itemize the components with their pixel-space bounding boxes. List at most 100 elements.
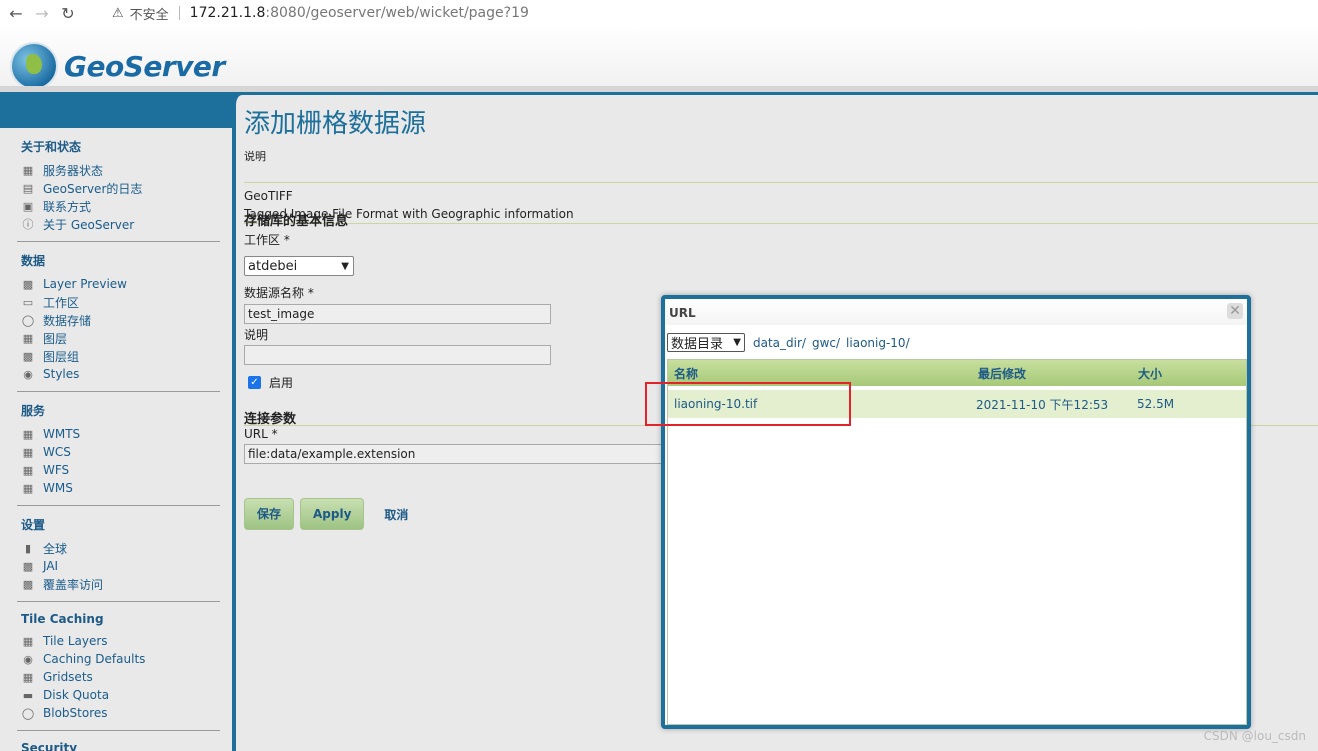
root-directory-select[interactable]: 数据目录 ▼	[667, 333, 745, 352]
sidebar-item[interactable]: ▦ 图层	[17, 329, 220, 347]
chevron-down-icon: ▼	[341, 260, 349, 272]
layer-preview-icon: ▩	[22, 277, 34, 291]
sidebar-item[interactable]: ▦ Tile Layers	[17, 632, 220, 650]
reload-icon[interactable]: ↻	[58, 3, 78, 23]
sidebar-item[interactable]: ▦ WMTS	[17, 425, 220, 443]
description-input[interactable]	[244, 345, 551, 365]
sidebar-item[interactable]: ▦ WMS	[17, 479, 220, 497]
forward-arrow-icon[interactable]: →	[32, 3, 52, 23]
format-name: GeoTIFF	[244, 189, 293, 203]
sidebar-item-label: Layer Preview	[43, 277, 127, 291]
grid-icon: ▦	[22, 634, 34, 648]
sidebar-item[interactable]: ▦ WCS	[17, 443, 220, 461]
sidebar-item-label: 覆盖率访问	[43, 577, 104, 592]
apply-button[interactable]: Apply	[300, 498, 365, 530]
root-directory-value: 数据目录	[671, 337, 724, 352]
sidebar-item[interactable]: ▭ 工作区	[17, 293, 220, 311]
close-icon[interactable]: ✕	[1227, 303, 1243, 319]
warning-triangle-icon: ⚠	[112, 5, 124, 21]
url-path: :8080/geoserver/web/wicket/page?19	[265, 5, 529, 21]
sidebar-section-title: 服务	[21, 404, 46, 418]
jai-icon: ▩	[22, 559, 34, 573]
coverage-icon: ▩	[22, 577, 34, 591]
sidebar-item-label: WCS	[43, 445, 71, 459]
browser-toolbar: ← → ↻ ⚠ 不安全 172.21.1.8:8080/geoserver/we…	[0, 0, 1318, 26]
sidebar-item-label: Disk Quota	[43, 688, 110, 702]
sidebar-section: 数据 ▩ Layer Preview ▭ 工作区 ◯ 数据存储 ▦ 图层 ▩ 图层组 ◉ Styles	[17, 242, 220, 383]
address-separator	[178, 6, 180, 20]
divider	[244, 182, 1318, 183]
breadcrumb-liaonig-10[interactable]: liaonig-10/	[846, 336, 910, 350]
url-input[interactable]: file:data/example.extension	[244, 444, 664, 464]
sidebar-section: Tile Caching ▦ Tile Layers ◉ Caching Default…	[17, 602, 220, 722]
breadcrumb-data-dir[interactable]: data_dir/	[753, 336, 806, 350]
sidebar-item-label: 工作区	[43, 295, 80, 310]
sidebar-item[interactable]: ▮ 全球	[17, 539, 220, 557]
sidebar-item-label: Tile Layers	[43, 634, 108, 648]
sidebar-section: 设置 ▮ 全球 ▩ JAI ▩ 覆盖率访问	[17, 506, 220, 593]
sidebar-section-title: 关于和状态	[21, 140, 82, 154]
breadcrumb-gwc[interactable]: gwc/	[812, 336, 840, 350]
workspace-selected-value: atdebei	[248, 258, 298, 274]
sidebar-item-label: 图层组	[43, 349, 80, 364]
folder-icon: ▭	[22, 295, 34, 309]
server-icon: ▮	[24, 541, 32, 555]
service-icon: ▦	[22, 427, 34, 441]
sidebar-item[interactable]: ◯ 数据存储	[17, 311, 220, 329]
sidebar-item-label: Caching Defaults	[43, 652, 146, 666]
file-size: 52.5M	[1137, 397, 1175, 411]
sidebar-section-title: Security	[21, 741, 78, 751]
datasource-name-input[interactable]: test_image	[244, 304, 551, 324]
disk-icon: ▬	[22, 688, 34, 702]
sidebar-item-label: WMS	[43, 481, 73, 495]
address-bar[interactable]: ⚠ 不安全 172.21.1.8:8080/geoserver/web/wick…	[112, 3, 529, 23]
sidebar-item[interactable]: ▬ Disk Quota	[17, 686, 220, 704]
url-host: 172.21.1.8	[189, 5, 266, 21]
palette-icon: ◉	[23, 367, 33, 381]
header-grey-strip	[0, 86, 1318, 92]
column-header-modified[interactable]: 最后修改	[978, 365, 1026, 382]
sidebar-item-label: JAI	[43, 559, 59, 573]
workspace-label: 工作区 *	[244, 233, 290, 247]
sidebar-item[interactable]: ▩ 覆盖率访问	[17, 575, 220, 593]
page-title: 添加栅格数据源	[244, 109, 427, 139]
sidebar-item[interactable]: ▩ Layer Preview	[17, 275, 220, 293]
sidebar-item-label: 数据存储	[43, 313, 92, 328]
cancel-link[interactable]: 取消	[384, 506, 408, 523]
sidebar-item[interactable]: ▩ 图层组	[17, 347, 220, 365]
sidebar-item[interactable]: ◯ BlobStores	[17, 704, 220, 722]
sidebar-section-title: 数据	[21, 254, 46, 268]
info-icon: ⓘ	[22, 217, 34, 231]
sidebar-item-label: GeoServer的日志	[43, 181, 143, 196]
sidebar-item[interactable]: ◉ Caching Defaults	[17, 650, 220, 668]
enabled-checkbox[interactable]: ✓	[248, 376, 261, 389]
sidebar-item[interactable]: ▤ GeoServer的日志	[17, 179, 220, 197]
sidebar-item-label: 服务器状态	[43, 163, 104, 178]
sidebar-item[interactable]: ▩ JAI	[17, 557, 220, 575]
sidebar-item[interactable]: ⓘ 关于 GeoServer	[17, 215, 220, 233]
sidebar-item[interactable]: ◉ Styles	[17, 365, 220, 383]
enabled-label: 启用	[269, 376, 294, 390]
page-subtitle: 说明	[244, 150, 266, 163]
sidebar-section: Security☌Settings	[17, 731, 220, 751]
contact-card-icon: ▣	[22, 199, 34, 213]
page-header: GeoServer	[0, 26, 1318, 90]
database-icon: ◯	[21, 313, 35, 327]
geoserver-logo[interactable]: GeoServer	[10, 42, 225, 90]
sidebar-item-label: BlobStores	[43, 706, 108, 720]
sidebar-item-label: 关于 GeoServer	[43, 217, 135, 232]
url-chooser-dialog: URL ✕ 数据目录 ▼ data_dir/ gwc/ liaonig-10/ …	[661, 295, 1251, 729]
sidebar-item[interactable]: ▦ 服务器状态	[17, 161, 220, 179]
sidebar-item-label: 联系方式	[43, 199, 92, 214]
sidebar: 关于和状态 ▦ 服务器状态 ▤ GeoServer的日志 ▣ 联系方式 ⓘ 关于 GeoServ…	[0, 128, 232, 751]
database-icon: ◯	[21, 706, 35, 720]
sidebar-item[interactable]: ▣ 联系方式	[17, 197, 220, 215]
dialog-header[interactable]: URL ✕	[665, 299, 1247, 325]
workspace-select[interactable]: atdebei ▼	[244, 256, 354, 276]
sidebar-item[interactable]: ▦ Gridsets	[17, 668, 220, 686]
column-header-size[interactable]: 大小	[1138, 365, 1162, 382]
column-header-name[interactable]: 名称	[674, 365, 698, 382]
save-button[interactable]: 保存	[244, 498, 295, 530]
back-arrow-icon[interactable]: ←	[6, 3, 26, 23]
sidebar-item[interactable]: ▦ WFS	[17, 461, 220, 479]
